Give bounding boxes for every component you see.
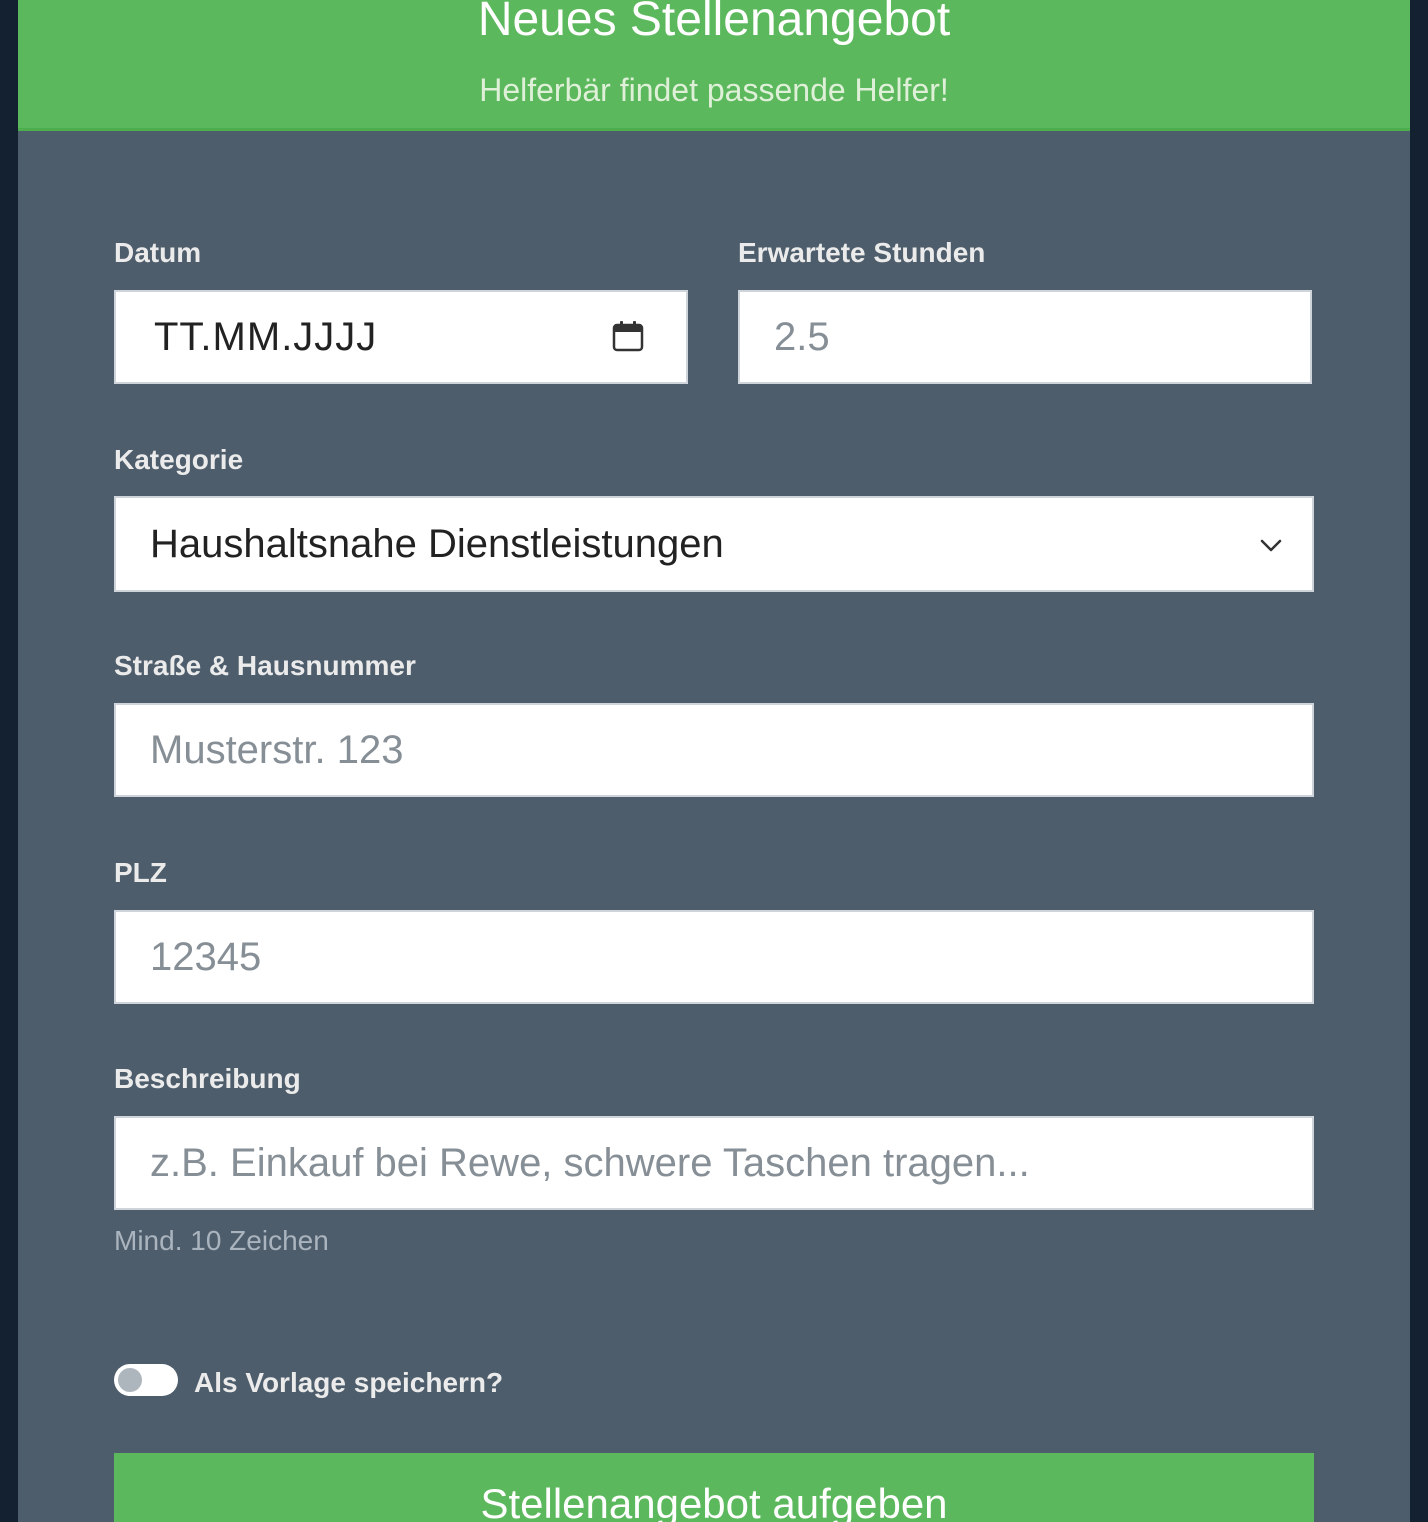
street-input[interactable]: Musterstr. 123 bbox=[114, 703, 1314, 797]
hours-label: Erwartete Stunden bbox=[738, 237, 986, 268]
category-label: Kategorie bbox=[114, 444, 244, 475]
page-subtitle: Helferbär findet passende Helfer! bbox=[479, 72, 949, 108]
category-selected-value: Haushaltsnahe Dienstleistungen bbox=[150, 521, 724, 566]
template-toggle-label: Als Vorlage speichern? bbox=[194, 1367, 504, 1398]
chevron-down-icon bbox=[1260, 539, 1282, 552]
zip-input[interactable]: 12345 bbox=[114, 910, 1314, 1004]
hours-input-placeholder: 2.5 bbox=[774, 314, 830, 359]
description-input-placeholder: z.B. Einkauf bei Rewe, schwere Taschen t… bbox=[150, 1140, 1030, 1185]
zip-label: PLZ bbox=[114, 857, 167, 888]
description-input[interactable]: z.B. Einkauf bei Rewe, schwere Taschen t… bbox=[114, 1116, 1314, 1210]
date-input[interactable]: TT.MM.JJJJ bbox=[114, 290, 688, 384]
hours-input[interactable]: 2.5 bbox=[738, 290, 1312, 384]
submit-button[interactable]: Stellenangebot aufgeben bbox=[114, 1453, 1314, 1522]
date-label: Datum bbox=[114, 237, 202, 268]
submit-button-label: Stellenangebot aufgeben bbox=[480, 1480, 948, 1522]
page-title: Neues Stellenangebot bbox=[477, 0, 951, 46]
form-card: Neues Stellenangebot Helferbär findet pa… bbox=[18, 0, 1410, 1522]
description-label: Beschreibung bbox=[114, 1063, 301, 1094]
street-input-placeholder: Musterstr. 123 bbox=[150, 727, 404, 772]
template-toggle[interactable] bbox=[114, 1364, 178, 1396]
page-header: Neues Stellenangebot Helferbär findet pa… bbox=[18, 0, 1410, 131]
description-help-text: Mind. 10 Zeichen bbox=[114, 1225, 329, 1256]
street-label: Straße & Hausnummer bbox=[114, 650, 416, 681]
date-input-value: TT.MM.JJJJ bbox=[154, 314, 378, 359]
zip-input-placeholder: 12345 bbox=[150, 934, 262, 979]
calendar-icon[interactable] bbox=[612, 320, 644, 352]
category-select[interactable]: Haushaltsnahe Dienstleistungen bbox=[114, 496, 1314, 592]
toggle-knob bbox=[118, 1368, 142, 1392]
